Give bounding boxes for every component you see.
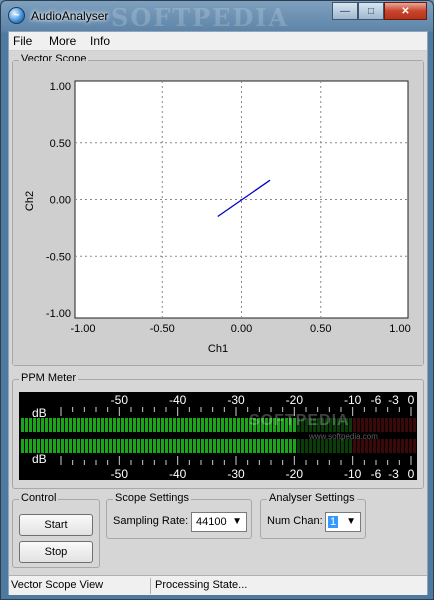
status-state: Processing State... [155, 579, 248, 591]
x-axis-label: Ch1 [208, 343, 228, 355]
y-tick-label: 0.00 [50, 195, 71, 207]
maximize-button[interactable]: □ [358, 2, 384, 20]
num-chan-select[interactable]: 1 ▼ [325, 512, 361, 532]
scope-settings-title: Scope Settings [113, 492, 191, 504]
ppm-watermark: SOFTPEDIA [249, 412, 350, 429]
analyser-settings-group: Analyser Settings Num Chan: 1 ▼ [260, 492, 366, 539]
y-tick-label: 1.00 [50, 81, 71, 93]
y-axis-label: Ch2 [24, 191, 36, 211]
chevron-down-icon: ▼ [346, 516, 356, 527]
minimize-icon: — [340, 5, 350, 17]
ppm-overlay-2: dB www.softpedia.com [19, 432, 417, 480]
softpedia-watermark: SOFTPEDIA [111, 3, 290, 32]
stop-button[interactable]: Stop [19, 541, 93, 563]
menu-info[interactable]: Info [90, 34, 110, 48]
ppm-watermark-url: www.softpedia.com [309, 432, 378, 441]
vector-scope-group: Vector Scope -1.00 -0.50 0.00 0.50 1.00 1.00 0… [12, 53, 424, 366]
status-bar: Vector Scope View Processing State... [9, 575, 427, 595]
vector-scope-plot: -1.00 -0.50 0.00 0.50 1.00 1.00 0.50 0.00 -0.50 -… [24, 80, 411, 355]
ppm-meter-title: PPM Meter [19, 372, 79, 384]
app-icon: ~ [8, 7, 25, 24]
num-chan-value: 1 [328, 516, 339, 528]
x-tick-label: 0.00 [231, 323, 252, 335]
close-button[interactable]: ✕ [384, 2, 427, 20]
x-tick-label: 0.50 [310, 323, 331, 335]
menu-bar: File More Info [9, 32, 427, 51]
y-tick-label: -1.00 [46, 308, 71, 320]
sampling-rate-label: Sampling Rate: [113, 515, 189, 527]
chevron-down-icon: ▼ [232, 516, 242, 527]
num-chan-label: Num Chan: [267, 515, 323, 527]
close-icon: ✕ [401, 5, 410, 17]
menu-file[interactable]: File [13, 34, 32, 48]
menu-more[interactable]: More [49, 34, 76, 48]
minimize-button[interactable]: — [332, 2, 358, 20]
title-bar[interactable]: ~ AudioAnalyser SOFTPEDIA — □ ✕ [1, 1, 433, 32]
client-area: File More Info Vector Scope -1.00 -0.50 0.… [8, 31, 428, 595]
analyser-settings-title: Analyser Settings [267, 492, 357, 504]
y-tick-label: -0.50 [46, 251, 71, 263]
status-divider [150, 578, 151, 594]
maximize-icon: □ [367, 5, 375, 17]
ppm-unit-top: dB [32, 406, 47, 420]
window-title: AudioAnalyser [31, 9, 109, 23]
ppm-unit-bottom: dB [32, 452, 47, 466]
x-tick-label: -1.00 [70, 323, 95, 335]
start-button[interactable]: Start [19, 514, 93, 536]
ppm-overlay-1: dB SOFTPEDIA [19, 392, 417, 436]
x-tick-label: 1.00 [389, 323, 410, 335]
status-view: Vector Scope View [11, 579, 104, 591]
sampling-rate-value: 44100 [196, 516, 227, 528]
ppm-meter-group: PPM Meter -50 -50 -40 -40 -30 -30 -20 -20 -10 -10… [12, 372, 424, 489]
control-title: Control [19, 492, 59, 504]
app-window: ~ AudioAnalyser SOFTPEDIA — □ ✕ File Mor… [0, 0, 434, 600]
y-tick-label: 0.50 [50, 138, 71, 150]
x-tick-label: -0.50 [150, 323, 175, 335]
control-group: Control Start Stop [12, 492, 100, 568]
sampling-rate-select[interactable]: 44100 ▼ [191, 512, 247, 532]
scope-settings-group: Scope Settings Sampling Rate: 44100 ▼ [106, 492, 252, 539]
